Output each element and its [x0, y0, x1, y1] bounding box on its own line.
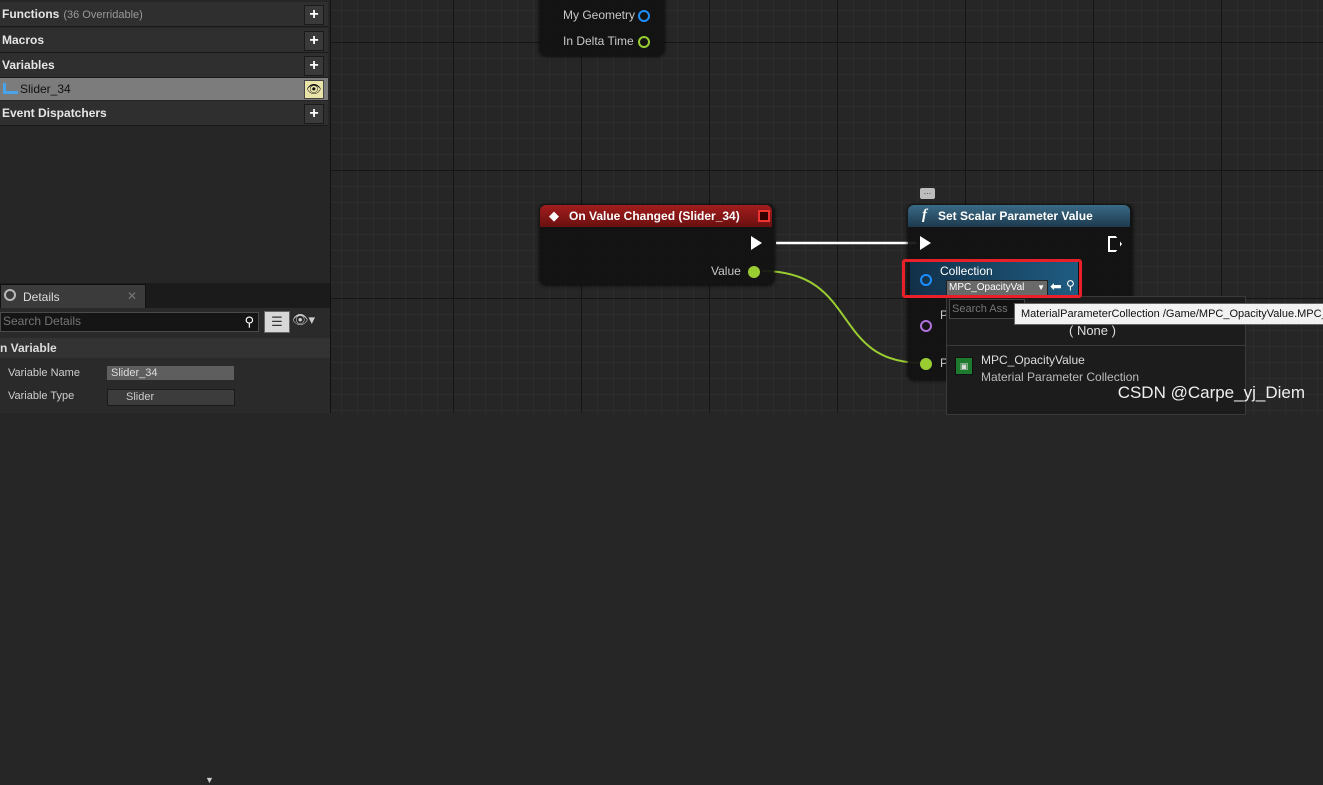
asset-item-type: Material Parameter Collection [981, 370, 1140, 384]
exec-in-pin-icon[interactable] [920, 236, 931, 250]
delegate-pin-icon[interactable] [758, 210, 770, 222]
exec-out-pin-icon[interactable] [1108, 236, 1122, 252]
divider [947, 345, 1245, 346]
asset-list-item[interactable]: ▣ MPC_OpacityValue Material Parameter Co… [951, 351, 1241, 387]
comment-bubble-icon[interactable]: … [920, 188, 935, 199]
asset-item-name: MPC_OpacityValue [981, 353, 1085, 367]
name-pin-icon[interactable] [920, 320, 932, 332]
float-pin-icon[interactable] [920, 358, 932, 370]
watermark: CSDN @Carpe_yj_Diem [1117, 383, 1305, 402]
event-node-on-value-changed[interactable]: ◆ On Value Changed (Slider_34) Value [540, 205, 774, 285]
exec-out-pin-icon[interactable] [751, 236, 762, 250]
float-wire [761, 270, 923, 364]
event-node-title: On Value Changed (Slider_34) [569, 209, 740, 223]
event-node-header: ◆ On Value Changed (Slider_34) [540, 205, 772, 227]
asset-path-tooltip: MaterialParameterCollection /Game/MPC_Op… [1014, 303, 1323, 325]
event-diamond-icon: ◆ [549, 208, 559, 223]
function-f-icon: f [922, 207, 927, 223]
function-node-title: Set Scalar Parameter Value [938, 209, 1093, 223]
highlight-annotation-box [902, 259, 1082, 298]
material-parameter-collection-icon: ▣ [955, 357, 973, 375]
pin-label: Value [711, 264, 741, 278]
chevron-down-icon: ▼ [205, 775, 214, 785]
none-option[interactable]: ( None ) [1069, 323, 1116, 338]
function-node-header: f Set Scalar Parameter Value [908, 205, 1130, 227]
float-pin-icon[interactable] [748, 266, 760, 278]
